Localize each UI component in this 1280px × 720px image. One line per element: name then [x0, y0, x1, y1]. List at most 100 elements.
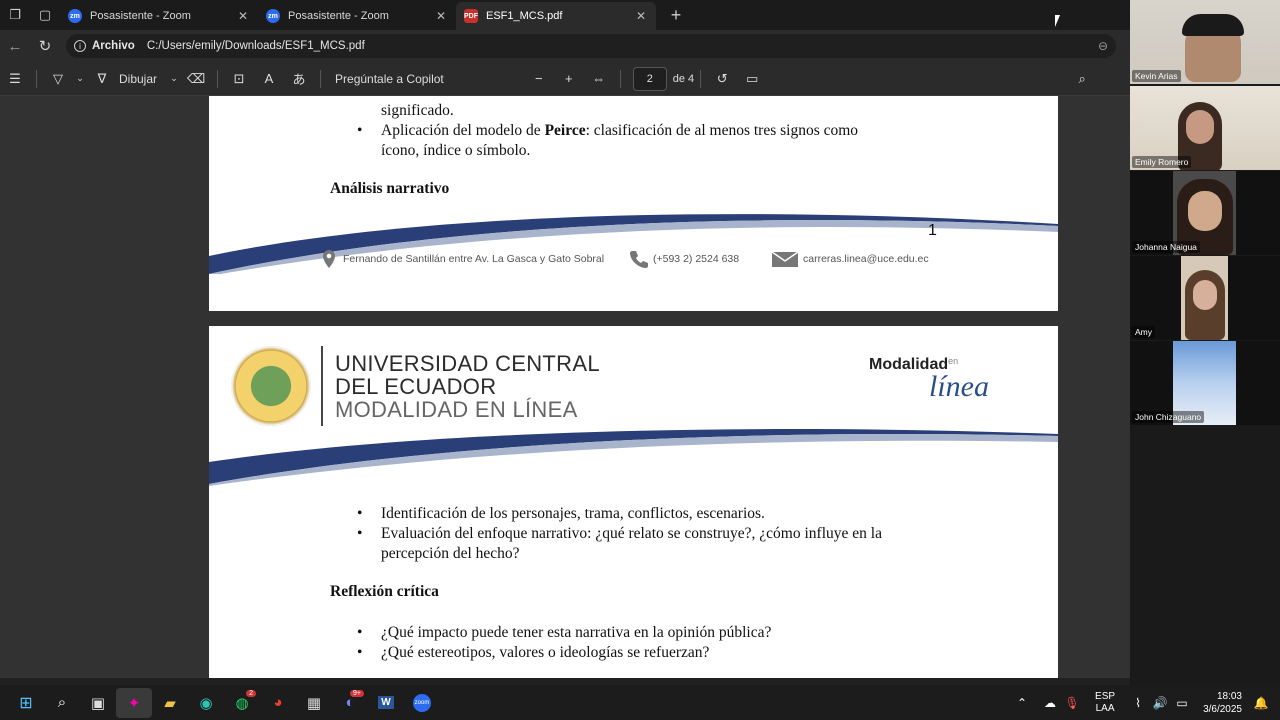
page-total: de 4 [672, 72, 695, 85]
tab-zoom-2[interactable]: zm Posasistente - Zoom ✕ [258, 2, 456, 30]
date: 3/6/2025 [1203, 703, 1242, 715]
hair-shape [1182, 14, 1244, 36]
info-icon[interactable]: i [74, 40, 86, 52]
volume-icon[interactable]: 🔊 [1149, 696, 1171, 710]
reload-icon[interactable]: ↻ [30, 37, 60, 55]
mouse-cursor [1055, 15, 1065, 27]
text-run: : clasificación de al menos tres signos … [585, 122, 859, 139]
close-icon[interactable]: ✕ [634, 9, 648, 23]
file-explorer-icon[interactable]: ▰ [152, 688, 188, 718]
face-shape [1188, 191, 1222, 231]
close-icon[interactable]: ✕ [236, 9, 250, 23]
text-box-icon[interactable]: ⊡ [224, 71, 254, 87]
decorative-swoosh [209, 429, 1058, 486]
contents-icon[interactable]: ☰ [0, 71, 30, 87]
mic-icon[interactable]: 🎙 [1061, 696, 1083, 710]
language-indicator[interactable]: ESP LAA [1095, 691, 1115, 715]
search-icon[interactable]: ⌕ [1067, 71, 1097, 87]
edge-icon[interactable]: ◉ [188, 688, 224, 718]
cloud-icon[interactable]: ☁ [1039, 696, 1061, 710]
pdf-toolbar: ☰ ▽ ⌄ ∇ Dibujar ⌄ ⌫ ⊡ A あ Pregúntale a C… [0, 62, 1130, 96]
participant-video [1181, 256, 1228, 340]
tab-label: Posasistente - Zoom [288, 10, 389, 22]
word-icon[interactable]: W [368, 688, 404, 718]
bullet-item: ¿Qué estereotipos, valores o ideologías … [357, 643, 961, 663]
participant-name: Amy [1132, 326, 1155, 338]
battery-icon[interactable]: ▭ [1171, 696, 1193, 710]
zoom-icon[interactable]: zoom [404, 688, 440, 718]
participant-name: Kevin Arias [1132, 70, 1181, 82]
pdf-document-area[interactable]: significado. Aplicación del modelo de Pe… [0, 96, 1130, 678]
time: 18:03 [1216, 690, 1242, 702]
participant-name: Emily Romero [1132, 156, 1192, 168]
chevron-down-icon[interactable]: ⌄ [167, 73, 181, 84]
address-scheme: Archivo [92, 40, 135, 52]
logo-word: en [948, 356, 959, 366]
chevron-down-icon[interactable]: ⌄ [73, 73, 87, 84]
logo-word: línea [929, 370, 989, 403]
zoom-out-icon[interactable]: − [524, 71, 554, 86]
chrome-icon[interactable]: ◕ [260, 688, 296, 718]
tab-pdf[interactable]: PDF ESF1_MCS.pdf ✕ [456, 2, 656, 30]
draw-button[interactable]: Dibujar [119, 72, 157, 86]
read-aloud-icon[interactable]: A [254, 71, 284, 86]
address-url[interactable]: C:/Users/emily/Downloads/ESF1_MCS.pdf [147, 40, 1098, 52]
text-line: significado. [381, 102, 454, 119]
notifications-icon[interactable]: 🔔 [1250, 696, 1272, 710]
task-view-icon[interactable]: ▣ [80, 688, 116, 718]
university-title: UNIVERSIDAD CENTRAL DEL ECUADOR MODALIDA… [335, 352, 600, 421]
store-icon[interactable]: ▦ [296, 688, 332, 718]
copilot-button[interactable]: Pregúntale a Copilot [335, 72, 444, 86]
participant-tile[interactable]: Johanna Naigua [1130, 171, 1280, 255]
envelope-icon [771, 251, 799, 267]
participant-tile[interactable]: Kevin Arias [1130, 0, 1280, 84]
participant-tile[interactable]: John Chizaguano [1130, 341, 1280, 425]
location-pin-icon [323, 250, 335, 268]
text-bold: Peirce [544, 122, 586, 139]
new-tab-button[interactable]: + [662, 5, 690, 26]
footer-address: Fernando de Santillán entre Av. La Gasca… [319, 249, 604, 269]
tab-label: ESF1_MCS.pdf [486, 10, 563, 22]
whatsapp-icon[interactable]: ◍ 2 [224, 688, 260, 718]
bullet-item: ¿Qué impacto puede tener esta narrativa … [357, 623, 961, 643]
zoom-icon: zm [68, 9, 82, 23]
zoom-in-icon[interactable]: + [554, 71, 584, 86]
workspaces-icon[interactable]: ❐ [0, 0, 30, 30]
tab-zoom-1[interactable]: zm Posasistente - Zoom ✕ [60, 2, 258, 30]
rotate-icon[interactable]: ↺ [707, 71, 737, 87]
tab-bar: ❐ ▢ zm Posasistente - Zoom ✕ zm Posasist… [0, 0, 1130, 30]
title-line: MODALIDAD EN LÍNEA [335, 397, 578, 422]
divider [217, 69, 219, 88]
bullet-item: Identificación de los personajes, trama,… [357, 504, 961, 524]
discord-icon[interactable]: ◐ 9+ [332, 688, 368, 718]
zoom-participants-panel: Kevin Arias Emily Romero Johanna Naigua … [1130, 0, 1280, 685]
close-icon[interactable]: ✕ [434, 9, 448, 23]
zoom-out-icon[interactable]: ⊖ [1098, 39, 1108, 53]
divider [700, 69, 702, 88]
draw-icon[interactable]: ∇ [87, 71, 117, 87]
footer-phone: (+593 2) 2524 638 [629, 249, 739, 269]
address-text: Fernando de Santillán entre Av. La Gasca… [343, 253, 605, 265]
tab-actions-icon[interactable]: ▢ [30, 0, 60, 30]
back-icon[interactable]: ← [0, 38, 30, 55]
copilot-icon[interactable]: ✦ [116, 687, 152, 718]
participant-tile[interactable]: Emily Romero [1130, 86, 1280, 170]
page-view-icon[interactable]: ▭ [737, 71, 767, 87]
participant-name: John Chizaguano [1132, 411, 1205, 423]
clock[interactable]: 18:03 3/6/2025 [1203, 690, 1242, 716]
highlight-icon[interactable]: ▽ [43, 71, 73, 87]
participant-name: Johanna Naigua [1132, 241, 1200, 253]
text-line: ícono, índice o símbolo. [381, 142, 531, 159]
wifi-icon[interactable]: ⌇ [1127, 696, 1149, 710]
search-icon[interactable]: ⌕ [44, 688, 80, 718]
fit-page-icon[interactable]: ⇔ [584, 71, 614, 86]
page-number-input[interactable]: 2 [632, 66, 667, 91]
phone-text: (+593 2) 2524 638 [653, 253, 740, 265]
eraser-icon[interactable]: ⌫ [181, 71, 211, 87]
translate-icon[interactable]: あ [284, 69, 314, 88]
participant-tile[interactable]: Amy [1130, 256, 1280, 340]
start-icon[interactable]: ⊞ [8, 688, 44, 718]
address-bar[interactable]: i Archivo C:/Users/emily/Downloads/ESF1_… [66, 34, 1116, 58]
chevron-up-icon[interactable]: ⌃ [1011, 696, 1033, 710]
address-row: ← ↻ i Archivo C:/Users/emily/Downloads/E… [0, 30, 1130, 62]
